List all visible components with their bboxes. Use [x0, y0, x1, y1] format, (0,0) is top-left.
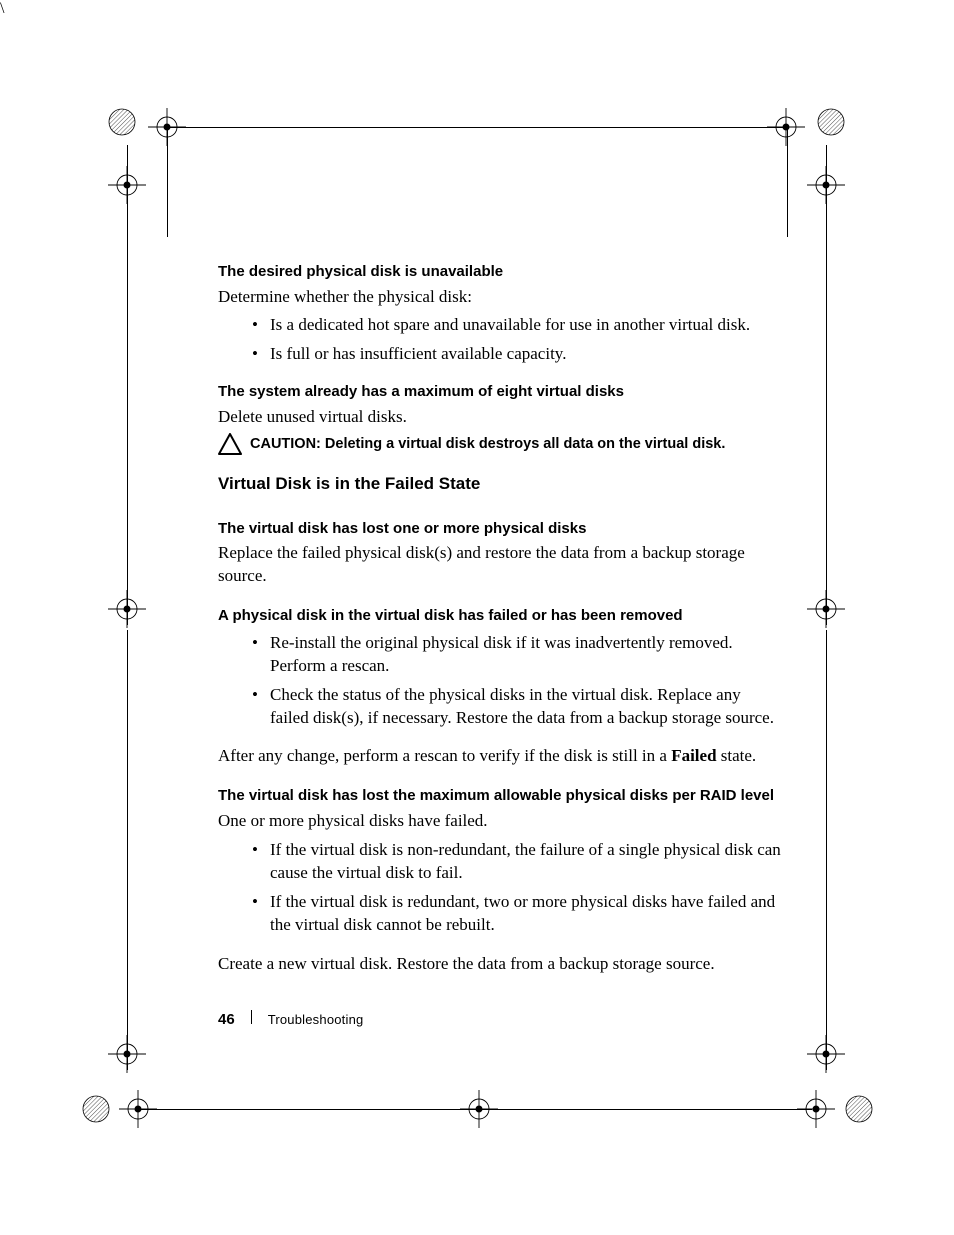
bullet-list: Is a dedicated hot spare and unavailable…	[218, 314, 783, 366]
list-item: Check the status of the physical disks i…	[252, 684, 783, 730]
caution-callout: CAUTION: Deleting a virtual disk destroy…	[218, 433, 783, 455]
caution-triangle-icon	[218, 433, 242, 455]
paragraph: Create a new virtual disk. Restore the d…	[218, 953, 783, 976]
caution-text: CAUTION: Deleting a virtual disk destroy…	[250, 433, 725, 455]
paragraph: One or more physical disks have failed.	[218, 810, 783, 833]
bullet-list: Re-install the original physical disk if…	[218, 632, 783, 730]
section-heading: Virtual Disk is in the Failed State	[218, 473, 783, 495]
caution-label: CAUTION:	[250, 436, 321, 452]
hatched-circle-icon	[108, 108, 136, 136]
crop-line	[826, 145, 827, 625]
list-item: Is full or has insufficient available ca…	[252, 343, 783, 366]
page: \	[0, 0, 954, 1235]
list-item: Re-install the original physical disk if…	[252, 632, 783, 678]
hatched-circle-icon	[845, 1095, 873, 1123]
crop-line	[167, 127, 787, 128]
crop-line	[127, 630, 128, 1070]
bullet-list: If the virtual disk is non-redundant, th…	[218, 839, 783, 937]
text: state.	[717, 746, 757, 765]
subheading: The virtual disk has lost one or more ph…	[218, 519, 783, 539]
paragraph: Replace the failed physical disk(s) and …	[218, 542, 783, 588]
paragraph: After any change, perform a rescan to ve…	[218, 745, 783, 768]
crop-line	[167, 127, 168, 237]
crop-line	[127, 145, 128, 625]
list-item: If the virtual disk is non-redundant, th…	[252, 839, 783, 885]
page-footer: 46 Troubleshooting	[218, 1010, 783, 1028]
text: After any change, perform a rescan to ve…	[218, 746, 671, 765]
subheading: A physical disk in the virtual disk has …	[218, 606, 783, 626]
footer-separator	[251, 1010, 252, 1024]
hatched-circle-icon	[817, 108, 845, 136]
paragraph: Delete unused virtual disks.	[218, 406, 783, 429]
subheading: The virtual disk has lost the maximum al…	[218, 786, 783, 806]
page-number: 46	[218, 1011, 235, 1028]
hatched-circle-icon	[82, 1095, 110, 1123]
caution-body: Deleting a virtual disk destroys all dat…	[321, 436, 726, 452]
footer-section: Troubleshooting	[268, 1012, 364, 1027]
crop-line	[826, 630, 827, 1070]
crop-line	[787, 127, 788, 237]
list-item: If the virtual disk is redundant, two or…	[252, 891, 783, 937]
bold-text: Failed	[671, 746, 716, 765]
crop-line	[140, 1109, 812, 1110]
subheading: The system already has a maximum of eigh…	[218, 382, 783, 402]
content-area: The desired physical disk is unavailable…	[218, 262, 783, 976]
subheading: The desired physical disk is unavailable	[218, 262, 783, 282]
list-item: Is a dedicated hot spare and unavailable…	[252, 314, 783, 337]
paragraph: Determine whether the physical disk:	[218, 286, 783, 309]
